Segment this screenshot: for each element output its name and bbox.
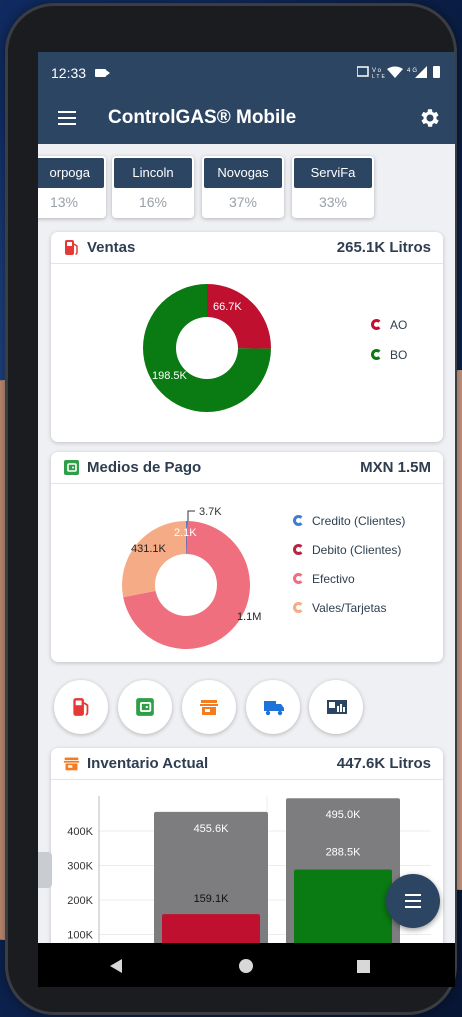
fuel-pump-icon [73, 698, 89, 716]
ventas-donut-chart[interactable]: 66.7K 198.5K [127, 268, 287, 428]
status-icons: Vo LTE 4G [356, 65, 443, 82]
brand-percent: 16% [138, 194, 168, 210]
brand-card[interactable]: orpoga 13% [38, 156, 106, 218]
recents-icon[interactable] [357, 960, 370, 973]
data-label: 2.1K [174, 527, 197, 539]
fab-line [405, 906, 421, 908]
pagos-total: MXN 1.5M [360, 459, 431, 476]
medios-pago-card[interactable]: Medios de Pago MXN 1.5M 3.7K 2.1K 1.1M 431.… [51, 452, 443, 662]
pagos-header: Medios de Pago MXN 1.5M [51, 452, 443, 482]
status-bar: 12:33 Vo LTE 4G [38, 52, 455, 92]
legend-item-vales[interactable]: Vales/Tarjetas [293, 601, 386, 615]
legend-ring-icon [293, 544, 304, 555]
brand-percent: 13% [49, 194, 78, 210]
y-tick-label: 200K [67, 895, 93, 907]
system-nav-buttons [110, 959, 370, 973]
brand-percent: 37% [228, 194, 258, 210]
legend-ring-icon [293, 573, 304, 584]
brand-name: Lincoln [114, 158, 192, 188]
legend-label: AO [390, 318, 408, 332]
ventas-card[interactable]: Ventas 265.1K Litros 66.7K 198.5K AO BO [51, 232, 443, 442]
y-tick-label: 300K [67, 861, 93, 873]
data-label: 455.6K [194, 823, 230, 835]
gear-icon[interactable] [418, 106, 442, 130]
signal-wifi-battery-icon: Vo LTE 4G [356, 66, 440, 80]
fab-line [405, 894, 421, 896]
legend-label: Credito (Clientes) [312, 514, 406, 528]
legend-ring-icon [293, 515, 304, 526]
legend-item-credito[interactable]: Credito (Clientes) [293, 514, 405, 528]
store-icon [63, 757, 80, 771]
quick-action-transporte[interactable] [246, 680, 300, 734]
donut-slice-ao[interactable] [207, 284, 271, 349]
ventas-total: 265.1K Litros [336, 239, 431, 256]
ventas-title: Ventas [87, 239, 136, 256]
fab-line [405, 900, 421, 902]
legend-item-debito[interactable]: Debito (Clientes) [293, 543, 401, 557]
pagos-donut-chart[interactable]: 3.7K2.1K 1.1M 431.1K [71, 488, 281, 658]
home-icon[interactable] [239, 959, 253, 973]
y-tick-label: 400K [67, 826, 93, 838]
inventario-total: 447.6K Litros [336, 755, 431, 772]
quick-action-ventas[interactable] [54, 680, 108, 734]
svg-text:LTE: LTE [372, 74, 387, 79]
truck-icon [264, 701, 284, 716]
phone-frame: 12:33 Vo LTE 4G ControlGAS® Mobile orpog… [8, 6, 455, 1012]
legend-label: Efectivo [312, 572, 355, 586]
data-label: 159.1K [194, 893, 230, 905]
data-label: 198.5K [152, 370, 188, 382]
divider [51, 483, 443, 484]
divider [51, 263, 443, 264]
legend-ring-icon [371, 319, 382, 330]
legend-item-efectivo[interactable]: Efectivo [293, 572, 355, 586]
brand-card[interactable]: Lincoln 16% [112, 156, 194, 218]
quick-action-tienda[interactable] [182, 680, 236, 734]
pagos-title: Medios de Pago [87, 459, 202, 476]
y-tick-label: 100K [67, 930, 93, 942]
system-nav-bar [38, 943, 455, 987]
hamburger-menu-icon[interactable] [58, 111, 76, 125]
legend-label: BO [390, 348, 408, 362]
side-drawer-handle[interactable] [38, 852, 52, 888]
legend-ring-icon [293, 602, 304, 613]
screen: 12:33 Vo LTE 4G ControlGAS® Mobile orpog… [38, 52, 455, 987]
brand-name: Novogas [204, 158, 282, 188]
data-label: 3.7K [199, 506, 222, 518]
brand-carousel[interactable]: orpoga 13% Lincoln 16% Novogas 37% Servi… [38, 156, 455, 222]
leader-line [187, 510, 195, 521]
app-title: ControlGAS® Mobile [108, 107, 297, 128]
legend-label: Debito (Clientes) [312, 543, 402, 557]
brand-name: ServiFa [294, 158, 372, 188]
wallet-icon [64, 460, 79, 475]
fuel-pump-icon [65, 240, 78, 255]
back-icon[interactable] [110, 959, 122, 973]
tank-gauge-icon [327, 700, 347, 714]
data-label: 1.1M [237, 611, 261, 623]
svg-text:4G: 4G [407, 68, 419, 74]
legend-item-ao[interactable]: AO [371, 318, 407, 332]
legend-item-bo[interactable]: BO [371, 348, 407, 362]
quick-action-inventario[interactable] [309, 680, 363, 734]
brand-card[interactable]: Novogas 37% [202, 156, 284, 218]
fab-menu-button[interactable] [386, 874, 440, 928]
store-icon [200, 700, 218, 715]
data-label: 66.7K [213, 301, 242, 313]
app-bar: ControlGAS® Mobile [38, 92, 455, 144]
status-time: 12:33 [51, 65, 87, 81]
screen-record-icon [95, 69, 110, 77]
legend-ring-icon [371, 349, 382, 360]
quick-action-pagos[interactable] [118, 680, 172, 734]
brand-name: orpoga [38, 158, 104, 188]
inventario-header: Inventario Actual 447.6K Litros [51, 748, 443, 778]
brand-card[interactable]: ServiFa 33% [292, 156, 374, 218]
inventario-title: Inventario Actual [87, 755, 209, 772]
wallet-icon [136, 698, 154, 716]
data-label: 431.1K [131, 543, 167, 555]
data-label: 495.0K [326, 809, 362, 821]
brand-percent: 33% [318, 194, 348, 210]
data-label: 288.5K [326, 846, 362, 858]
ventas-header: Ventas 265.1K Litros [51, 232, 443, 262]
legend-label: Vales/Tarjetas [312, 601, 387, 615]
